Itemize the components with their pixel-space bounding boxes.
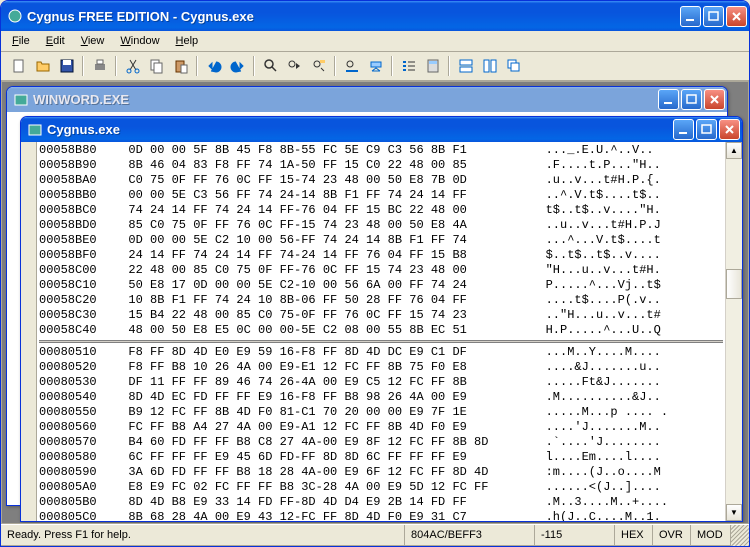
vertical-scrollbar[interactable]: ▲ ▼ <box>725 142 742 521</box>
open-icon[interactable] <box>31 55 54 77</box>
find-icon[interactable] <box>259 55 282 77</box>
mdi-client-area: WINWORD.EXE Cygnus.exe 00 <box>1 81 749 524</box>
tile-v-icon[interactable] <box>478 55 501 77</box>
hex-row[interactable]: 00058BD0 85 C0 75 0F FF 76 0C FF-15 74 2… <box>39 218 723 233</box>
hex-row[interactable]: 00080580 6C FF FF FF E9 45 6D FD-FF 8D 8… <box>39 450 723 465</box>
main-window: Cygnus FREE EDITION - Cygnus.exe File Ed… <box>0 0 750 547</box>
hex-row[interactable]: 00080570 B4 60 FD FF FF B8 C8 27 4A-00 E… <box>39 435 723 450</box>
status-offset: 804AC/BEFF3 <box>405 525 535 546</box>
hex-row[interactable]: 000805B0 8D 4D B8 E9 33 14 FD FF-8D 4D D… <box>39 495 723 510</box>
child-minimize-button[interactable] <box>673 119 694 140</box>
menu-window[interactable]: Window <box>113 33 166 49</box>
child-maximize-button[interactable] <box>696 119 717 140</box>
hex-row[interactable]: 00058C00 22 48 00 85 C0 75 0F FF-76 0C F… <box>39 263 723 278</box>
cut-icon[interactable] <box>121 55 144 77</box>
child-close-button[interactable] <box>704 89 725 110</box>
maximize-button[interactable] <box>703 6 724 27</box>
undo-icon[interactable] <box>202 55 225 77</box>
main-title: Cygnus FREE EDITION - Cygnus.exe <box>27 9 680 24</box>
bookmark-icon[interactable] <box>364 55 387 77</box>
status-value: -115 <box>535 525 615 546</box>
scroll-down-button[interactable]: ▼ <box>726 504 742 521</box>
hex-row[interactable]: 00080530 DF 11 FF FF 89 46 74 26-4A 00 E… <box>39 375 723 390</box>
hex-row[interactable]: 00080590 3A 6D FD FF FF B8 18 28 4A-00 E… <box>39 465 723 480</box>
hex-row[interactable]: 00058C10 50 E8 17 0D 00 00 5E C2-10 00 5… <box>39 278 723 293</box>
child-window-cygnus: Cygnus.exe 00058B80 0D 00 00 5F 8B 45 F8… <box>20 116 743 522</box>
close-button[interactable] <box>726 6 747 27</box>
status-ovr[interactable]: OVR <box>653 525 691 546</box>
menubar: File Edit View Window Help <box>1 31 749 52</box>
hex-row[interactable]: 000805A0 E8 E9 FC 02 FC FF FF B8 3C-28 4… <box>39 480 723 495</box>
hex-row[interactable]: 00080560 FC FF B8 A4 27 4A 00 E9-A1 12 F… <box>39 420 723 435</box>
options-icon[interactable] <box>397 55 420 77</box>
child-title-cygnus: Cygnus.exe <box>47 122 673 137</box>
hex-row[interactable]: 00058BF0 24 14 FF 74 24 14 FF 74-24 14 F… <box>39 248 723 263</box>
scroll-thumb[interactable] <box>726 269 742 299</box>
hex-row[interactable]: 00058B80 0D 00 00 5F 8B 45 F8 8B-55 FC 5… <box>39 143 723 158</box>
save-icon[interactable] <box>55 55 78 77</box>
paste-icon[interactable] <box>169 55 192 77</box>
print-icon[interactable] <box>88 55 111 77</box>
replace-icon[interactable] <box>307 55 330 77</box>
hex-row[interactable]: 00058BB0 00 00 5E C3 56 FF 74 24-14 8B F… <box>39 188 723 203</box>
copy-icon[interactable] <box>145 55 168 77</box>
hex-row[interactable]: 00058BA0 C0 75 0F FF 76 0C FF 15-74 23 4… <box>39 173 723 188</box>
child-minimize-button[interactable] <box>658 89 679 110</box>
hex-pane-divider[interactable] <box>39 340 723 343</box>
toolbar <box>1 52 749 81</box>
hex-row[interactable]: 00080510 F8 FF 8D 4D E0 E9 59 16-F8 FF 8… <box>39 345 723 360</box>
hex-row[interactable]: 000805C0 8B 68 28 4A 00 E9 43 12-FC FF 8… <box>39 510 723 521</box>
hex-editor[interactable]: 00058B80 0D 00 00 5F 8B 45 F8 8B-55 FC 5… <box>21 142 742 521</box>
child-maximize-button[interactable] <box>681 89 702 110</box>
redo-icon[interactable] <box>226 55 249 77</box>
hex-row[interactable]: 00058BE0 0D 00 00 5E C2 10 00 56-FF 74 2… <box>39 233 723 248</box>
hex-data-view[interactable]: 00058B80 0D 00 00 5F 8B 45 F8 8B-55 FC 5… <box>37 142 725 521</box>
scroll-track[interactable] <box>726 159 742 504</box>
doc-icon <box>13 92 29 108</box>
hex-row[interactable]: 00080540 8D 4D EC FD FF FF E9 16-F8 FF B… <box>39 390 723 405</box>
tile-h-icon[interactable] <box>454 55 477 77</box>
hex-row[interactable]: 00058C20 10 8B F1 FF 74 24 10 8B-06 FF 5… <box>39 293 723 308</box>
doc-icon <box>27 122 43 138</box>
hex-row[interactable]: 00058C40 48 00 50 E8 E5 0C 00 00-5E C2 0… <box>39 323 723 338</box>
menu-view[interactable]: View <box>74 33 112 49</box>
resize-grip[interactable] <box>731 525 749 546</box>
menu-edit[interactable]: Edit <box>39 33 72 49</box>
hex-gutter <box>21 142 37 521</box>
child-titlebar-winword[interactable]: WINWORD.EXE <box>7 87 727 112</box>
hex-row[interactable]: 00058BC0 74 24 14 FF 74 24 14 FF-76 04 F… <box>39 203 723 218</box>
child-title-winword: WINWORD.EXE <box>33 92 658 107</box>
find-next-icon[interactable] <box>283 55 306 77</box>
app-icon <box>7 8 23 24</box>
hex-row[interactable]: 00080550 B9 12 FC FF 8B 4D F0 81-C1 70 2… <box>39 405 723 420</box>
minimize-button[interactable] <box>680 6 701 27</box>
child-titlebar-cygnus[interactable]: Cygnus.exe <box>21 117 742 142</box>
hex-row[interactable]: 00058C30 15 B4 22 48 00 85 C0 75-0F FF 7… <box>39 308 723 323</box>
status-hex[interactable]: HEX <box>615 525 653 546</box>
menu-help[interactable]: Help <box>169 33 206 49</box>
child-close-button[interactable] <box>719 119 740 140</box>
cascade-icon[interactable] <box>502 55 525 77</box>
hex-row[interactable]: 00080520 F8 FF B8 10 26 4A 00 E9-E1 12 F… <box>39 360 723 375</box>
calculator-icon[interactable] <box>421 55 444 77</box>
goto-icon[interactable] <box>340 55 363 77</box>
statusbar: Ready. Press F1 for help. 804AC/BEFF3 -1… <box>1 524 749 546</box>
status-ready: Ready. Press F1 for help. <box>1 525 405 546</box>
status-mod: MOD <box>691 525 731 546</box>
scroll-up-button[interactable]: ▲ <box>726 142 742 159</box>
new-icon[interactable] <box>7 55 30 77</box>
main-titlebar[interactable]: Cygnus FREE EDITION - Cygnus.exe <box>1 1 749 31</box>
menu-file[interactable]: File <box>5 33 37 49</box>
hex-row[interactable]: 00058B90 8B 46 04 83 F8 FF 74 1A-50 FF 1… <box>39 158 723 173</box>
